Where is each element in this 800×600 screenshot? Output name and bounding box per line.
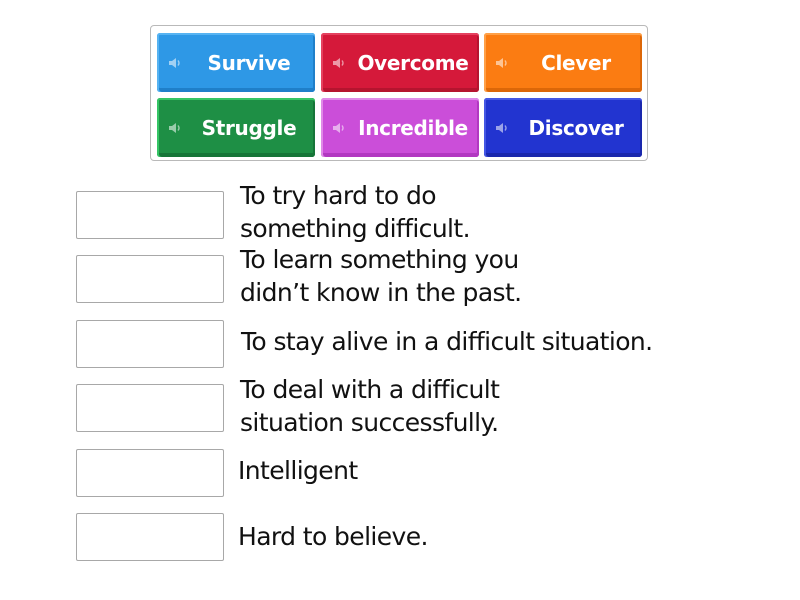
tile-label: Struggle (201, 115, 297, 140)
speaker-icon[interactable] (495, 56, 509, 70)
definition-text: Intelligent (238, 454, 358, 487)
definition-text: To try hard to do something difficult. (240, 179, 471, 245)
speaker-icon[interactable] (168, 56, 182, 70)
definition-line: something difficult. (240, 214, 471, 243)
definition-text: To stay alive in a difficult situation. (241, 325, 653, 358)
definition-line: situation successfully. (240, 408, 499, 437)
tile-label: Survive (207, 50, 291, 75)
answer-drop-box[interactable] (76, 191, 224, 239)
tile-clever[interactable]: Clever (484, 33, 642, 92)
tile-label: Discover (528, 115, 624, 140)
speaker-icon[interactable] (168, 121, 182, 135)
tile-overcome[interactable]: Overcome (321, 33, 479, 92)
tile-incredible[interactable]: Incredible (321, 98, 479, 157)
speaker-icon[interactable] (495, 121, 509, 135)
definition-line: To try hard to do (240, 181, 437, 210)
tile-discover[interactable]: Discover (484, 98, 642, 157)
definition-text: Hard to believe. (238, 520, 428, 553)
answer-drop-box[interactable] (76, 320, 224, 368)
tile-label: Clever (541, 50, 611, 75)
definition-line: didn’t know in the past. (240, 278, 522, 307)
word-tile-tray: Survive Overcome Clever Struggle Incredi… (150, 25, 648, 161)
speaker-icon[interactable] (332, 121, 346, 135)
tile-struggle[interactable]: Struggle (157, 98, 315, 157)
definition-text: To learn something you didn’t know in th… (240, 243, 522, 309)
answer-drop-box[interactable] (76, 449, 224, 497)
tile-label: Overcome (357, 50, 469, 75)
answer-drop-box[interactable] (76, 513, 224, 561)
tile-survive[interactable]: Survive (157, 33, 315, 92)
definition-line: To learn something you (240, 245, 519, 274)
definition-line: Intelligent (238, 456, 358, 485)
definition-line: To stay alive in a difficult situation. (241, 327, 653, 356)
answer-drop-box[interactable] (76, 384, 224, 432)
definition-line: Hard to believe. (238, 522, 428, 551)
definition-line: To deal with a difficult (240, 375, 500, 404)
tile-label: Incredible (358, 115, 468, 140)
definition-text: To deal with a difficult situation succe… (240, 373, 500, 439)
speaker-icon[interactable] (332, 56, 346, 70)
answer-drop-box[interactable] (76, 255, 224, 303)
